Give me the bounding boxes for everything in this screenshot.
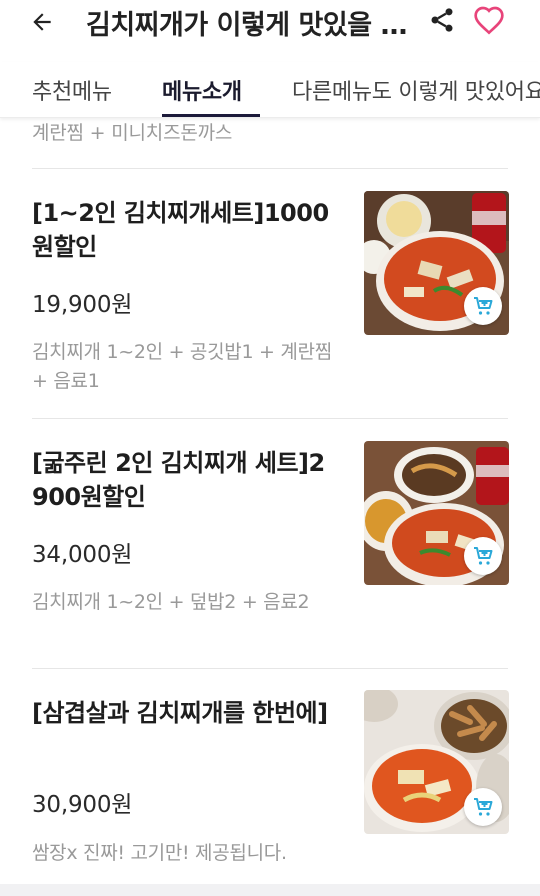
add-to-cart-button[interactable]	[464, 287, 502, 325]
share-icon	[431, 8, 453, 32]
menu-item-price: 19,900원	[32, 292, 133, 318]
menu-item-description: 쌈장x 진짜! 고기만! 제공됩니다.	[32, 842, 287, 864]
back-button[interactable]	[22, 4, 62, 40]
menu-item[interactable]: [굶주린 2인 김치찌개 세트]2900원할인 34,000원 김치찌개 1~2…	[0, 440, 540, 668]
page-title: 김치찌개가 이렇게 맛있을 수 있나요	[86, 10, 408, 39]
tab-menu-intro[interactable]: 메뉴소개	[162, 74, 242, 106]
menu-item-price: 34,000원	[32, 542, 133, 568]
add-to-cart-icon	[474, 798, 493, 816]
menu-item-name: [삼겹살과 김치찌개를 한번에]	[32, 699, 328, 727]
add-to-cart-icon	[474, 547, 493, 565]
add-to-cart-icon	[474, 297, 493, 315]
favorite-button[interactable]	[470, 3, 508, 37]
menu-item-name: [굶주린 2인 김치찌개 세트]2900원할인	[32, 449, 325, 511]
tab-bar: 추천메뉴 메뉴소개 다른메뉴도 이렇게 맛있어요	[0, 62, 540, 118]
bottom-edge-bar	[0, 884, 540, 896]
menu-item-description: 김치찌개 1~2인 + 덮밥2 + 음료2	[32, 591, 310, 613]
previous-item-description: 계란찜 + 미니치즈돈까스	[32, 122, 233, 144]
heart-outline-icon	[474, 6, 504, 35]
divider	[32, 168, 508, 169]
tab-recommended[interactable]: 추천메뉴	[32, 74, 112, 106]
tab-other-menus[interactable]: 다른메뉴도 이렇게 맛있어요	[292, 74, 540, 106]
back-arrow-icon	[33, 13, 51, 31]
share-button[interactable]	[425, 3, 459, 37]
divider	[32, 418, 508, 419]
menu-item-price: 30,900원	[32, 792, 133, 818]
divider	[32, 668, 508, 669]
menu-item[interactable]: [1~2인 김치찌개세트]1000원할인 19,900원 김치찌개 1~2인 +…	[0, 190, 540, 418]
menu-item[interactable]: [삼겹살과 김치찌개를 한번에] 30,900원 쌈장x 진짜! 고기만! 제공…	[0, 690, 540, 884]
menu-item-description: 김치찌개 1~2인 + 공깃밥1 + 계란찜 + 음료1	[32, 341, 332, 392]
add-to-cart-button[interactable]	[464, 788, 502, 826]
menu-item-name: [1~2인 김치찌개세트]1000원할인	[32, 199, 329, 261]
app-header: 김치찌개가 이렇게 맛있을 수 있나요	[0, 0, 540, 50]
add-to-cart-button[interactable]	[464, 537, 502, 575]
